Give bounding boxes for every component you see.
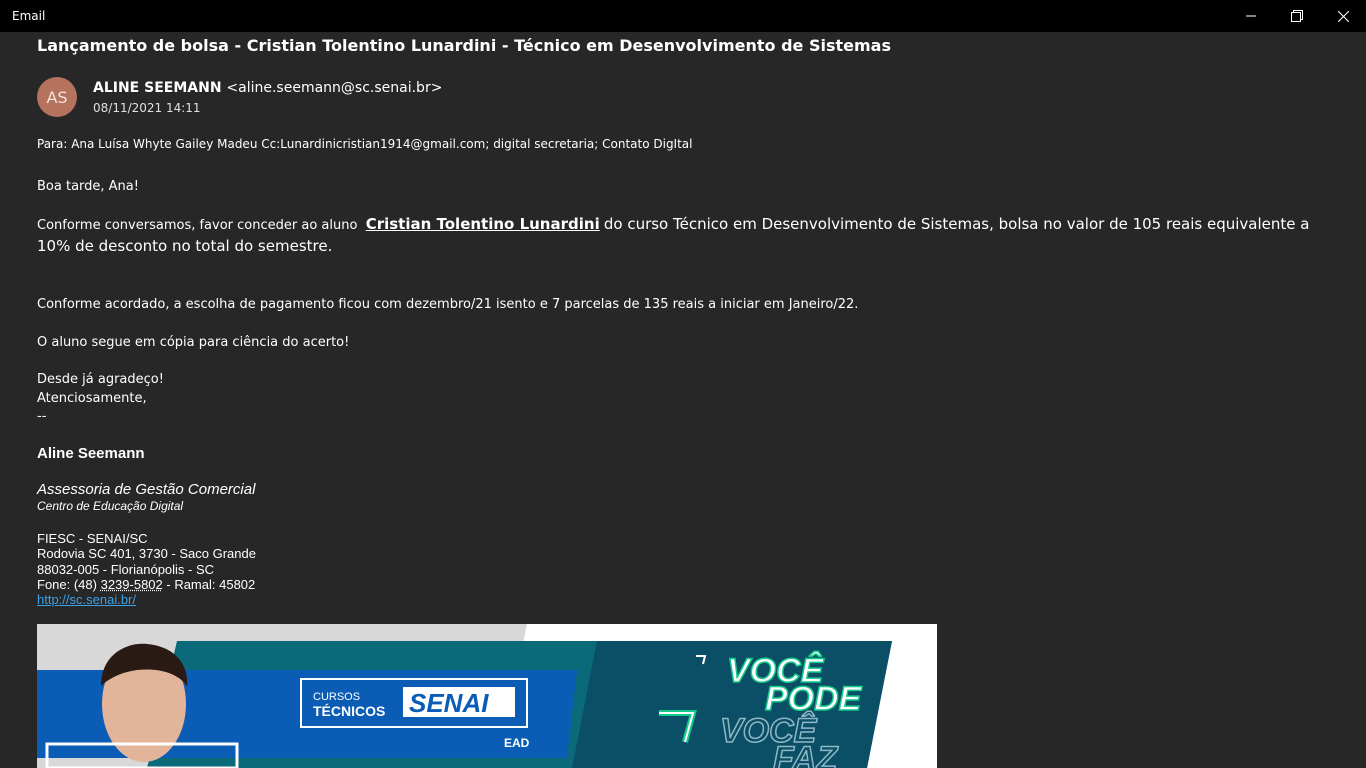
banner-cursos: CURSOS	[313, 691, 360, 703]
window-titlebar: Email	[0, 0, 1366, 32]
senai-banner-image: CURSOS TÉCNICOS SENAI EAD VOCÊ PODE VOCÊ…	[37, 624, 937, 768]
recipients-line: Para: Ana Luísa Whyte Gailey Madeu Cc:Lu…	[37, 137, 693, 151]
para1-prefix: Conforme conversamos, favor conceder ao …	[37, 218, 358, 233]
sender-name: ALINE SEEMANN	[93, 80, 222, 96]
restore-icon	[1291, 10, 1303, 22]
banner-graphic: CURSOS TÉCNICOS SENAI EAD VOCÊ PODE VOCÊ…	[37, 624, 937, 768]
signature-address2: 88032-005 - Florianópolis - SC	[37, 562, 215, 577]
body-paragraph-copy: O aluno segue em cópia para ciência do a…	[37, 335, 350, 350]
email-date: 08/11/2021 14:11	[93, 101, 201, 115]
phone-prefix: Fone: (48)	[37, 577, 101, 592]
sender-address: <aline.seemann@sc.senai.br>	[226, 80, 443, 96]
signature-org: FIESC - SENAI/SC	[37, 531, 148, 546]
signature-website-link[interactable]: http://sc.senai.br/	[37, 592, 136, 607]
close-button[interactable]	[1320, 0, 1366, 32]
minimize-icon	[1246, 15, 1256, 17]
body-paragraph-payment: Conforme acordado, a escolha de pagament…	[37, 297, 859, 312]
avatar[interactable]: AS	[37, 77, 77, 117]
close-icon	[1337, 10, 1349, 22]
banner-slogan-4: FAZ	[773, 740, 838, 768]
phone-number-link[interactable]: 3239-5802	[101, 577, 163, 592]
body-paragraph-scholarship: Conforme conversamos, favor conceder ao …	[37, 214, 1337, 258]
signature-role: Assessoria de Gestão Comercial	[37, 481, 256, 498]
banner-tecnicos: TÉCNICOS	[313, 703, 385, 719]
minimize-button[interactable]	[1228, 0, 1274, 32]
signature-department: Centro de Educação Digital	[37, 499, 184, 513]
app-title: Email	[12, 9, 46, 23]
greeting: Boa tarde, Ana!	[37, 179, 139, 194]
closing-thanks: Desde já agradeço!	[37, 372, 164, 387]
phone-suffix: - Ramal: 45802	[162, 577, 256, 592]
banner-senai-logo: SENAI	[409, 688, 489, 718]
restore-button[interactable]	[1274, 0, 1320, 32]
sender[interactable]: ALINE SEEMANN <aline.seemann@sc.senai.br…	[93, 80, 442, 96]
signature-separator: --	[37, 409, 47, 424]
closing-regards: Atenciosamente,	[37, 391, 147, 406]
signature-name: Aline Seemann	[37, 445, 145, 462]
student-name: Cristian Tolentino Lunardini	[365, 215, 600, 233]
banner-ead: EAD	[504, 736, 530, 750]
signature-phone-line: Fone: (48) 3239-5802 - Ramal: 45802	[37, 577, 255, 592]
email-subject: Lançamento de bolsa - Cristian Tolentino…	[37, 36, 891, 55]
signature-address1: Rodovia SC 401, 3730 - Saco Grande	[37, 546, 256, 561]
